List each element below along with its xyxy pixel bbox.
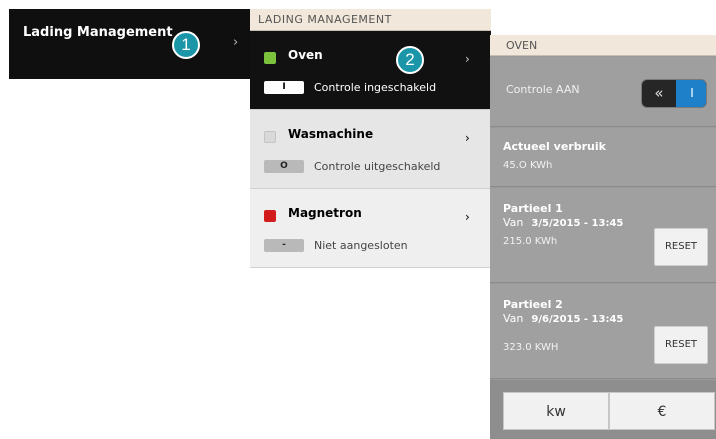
partial-label: Partieel 2 bbox=[503, 298, 563, 311]
control-label: Controle AAN bbox=[506, 83, 580, 96]
control-badge: O bbox=[264, 160, 304, 173]
unit-euro-button[interactable]: € bbox=[609, 392, 715, 430]
partial-label: Partieel 1 bbox=[503, 202, 563, 215]
current-usage-section: Actueel verbruik 45.O KWh bbox=[490, 128, 716, 187]
control-toggle[interactable]: « I bbox=[641, 79, 707, 108]
device-status: Controle ingeschakeld bbox=[314, 81, 437, 94]
device-row-wasmachine[interactable]: Wasmachine › O Controle uitgeschakeld bbox=[250, 110, 491, 189]
device-row-oven[interactable]: Oven › I Controle ingeschakeld bbox=[250, 31, 491, 110]
usage-label: Actueel verbruik bbox=[503, 140, 606, 153]
device-status: Niet aangesloten bbox=[314, 239, 408, 252]
unit-kw-button[interactable]: kw bbox=[503, 392, 609, 430]
partial-since: Van 3/5/2015 - 13:45 bbox=[503, 216, 623, 229]
chevron-right-icon: › bbox=[465, 210, 470, 224]
partial-since: Van 9/6/2015 - 13:45 bbox=[503, 312, 623, 325]
lading-management-menu-item[interactable]: Lading Management › bbox=[9, 9, 250, 79]
callout-badge-1: 1 bbox=[172, 31, 200, 59]
device-name: Magnetron bbox=[288, 206, 362, 220]
unit-selector: kw € bbox=[490, 380, 716, 439]
device-row-magnetron[interactable]: Magnetron › - Niet aangesloten bbox=[250, 189, 491, 268]
callout-badge-2: 2 bbox=[396, 46, 424, 74]
double-chevron-left-icon: « bbox=[654, 84, 664, 102]
toggle-on-indicator: I bbox=[676, 80, 706, 107]
chevron-right-icon: › bbox=[233, 35, 239, 50]
device-status: Controle uitgeschakeld bbox=[314, 160, 441, 173]
partial-1-section: Partieel 1 Van 3/5/2015 - 13:45 215.0 KWh… bbox=[490, 188, 716, 283]
van-label: Van bbox=[503, 216, 524, 229]
partial-date: 9/6/2015 - 13:45 bbox=[531, 314, 624, 325]
control-section: Controle AAN « I bbox=[490, 57, 716, 127]
panel-header: OVEN bbox=[490, 35, 716, 56]
oven-detail-panel: OVEN Controle AAN « I Actueel verbruik 4… bbox=[490, 35, 716, 439]
control-badge: - bbox=[264, 239, 304, 252]
device-name: Oven bbox=[288, 48, 323, 62]
partial-value: 323.0 KWH bbox=[503, 342, 559, 353]
status-indicator-icon bbox=[264, 131, 276, 143]
partial-value: 215.0 KWh bbox=[503, 236, 558, 247]
status-indicator-icon bbox=[264, 52, 276, 64]
reset-button[interactable]: RESET bbox=[654, 228, 708, 266]
reset-button[interactable]: RESET bbox=[654, 326, 708, 364]
partial-date: 3/5/2015 - 13:45 bbox=[531, 218, 624, 229]
panel-header: LADING MANAGEMENT bbox=[250, 9, 491, 31]
chevron-right-icon: › bbox=[465, 131, 470, 145]
van-label: Van bbox=[503, 312, 524, 325]
partial-2-section: Partieel 2 Van 9/6/2015 - 13:45 323.0 KWH… bbox=[490, 284, 716, 379]
chevron-right-icon: › bbox=[465, 52, 470, 66]
usage-value: 45.O KWh bbox=[503, 160, 553, 171]
menu-item-label: Lading Management bbox=[23, 25, 173, 40]
lading-management-panel: LADING MANAGEMENT Oven › I Controle inge… bbox=[250, 9, 491, 268]
device-name: Wasmachine bbox=[288, 127, 374, 141]
status-indicator-icon bbox=[264, 210, 276, 222]
control-badge: I bbox=[264, 81, 304, 94]
